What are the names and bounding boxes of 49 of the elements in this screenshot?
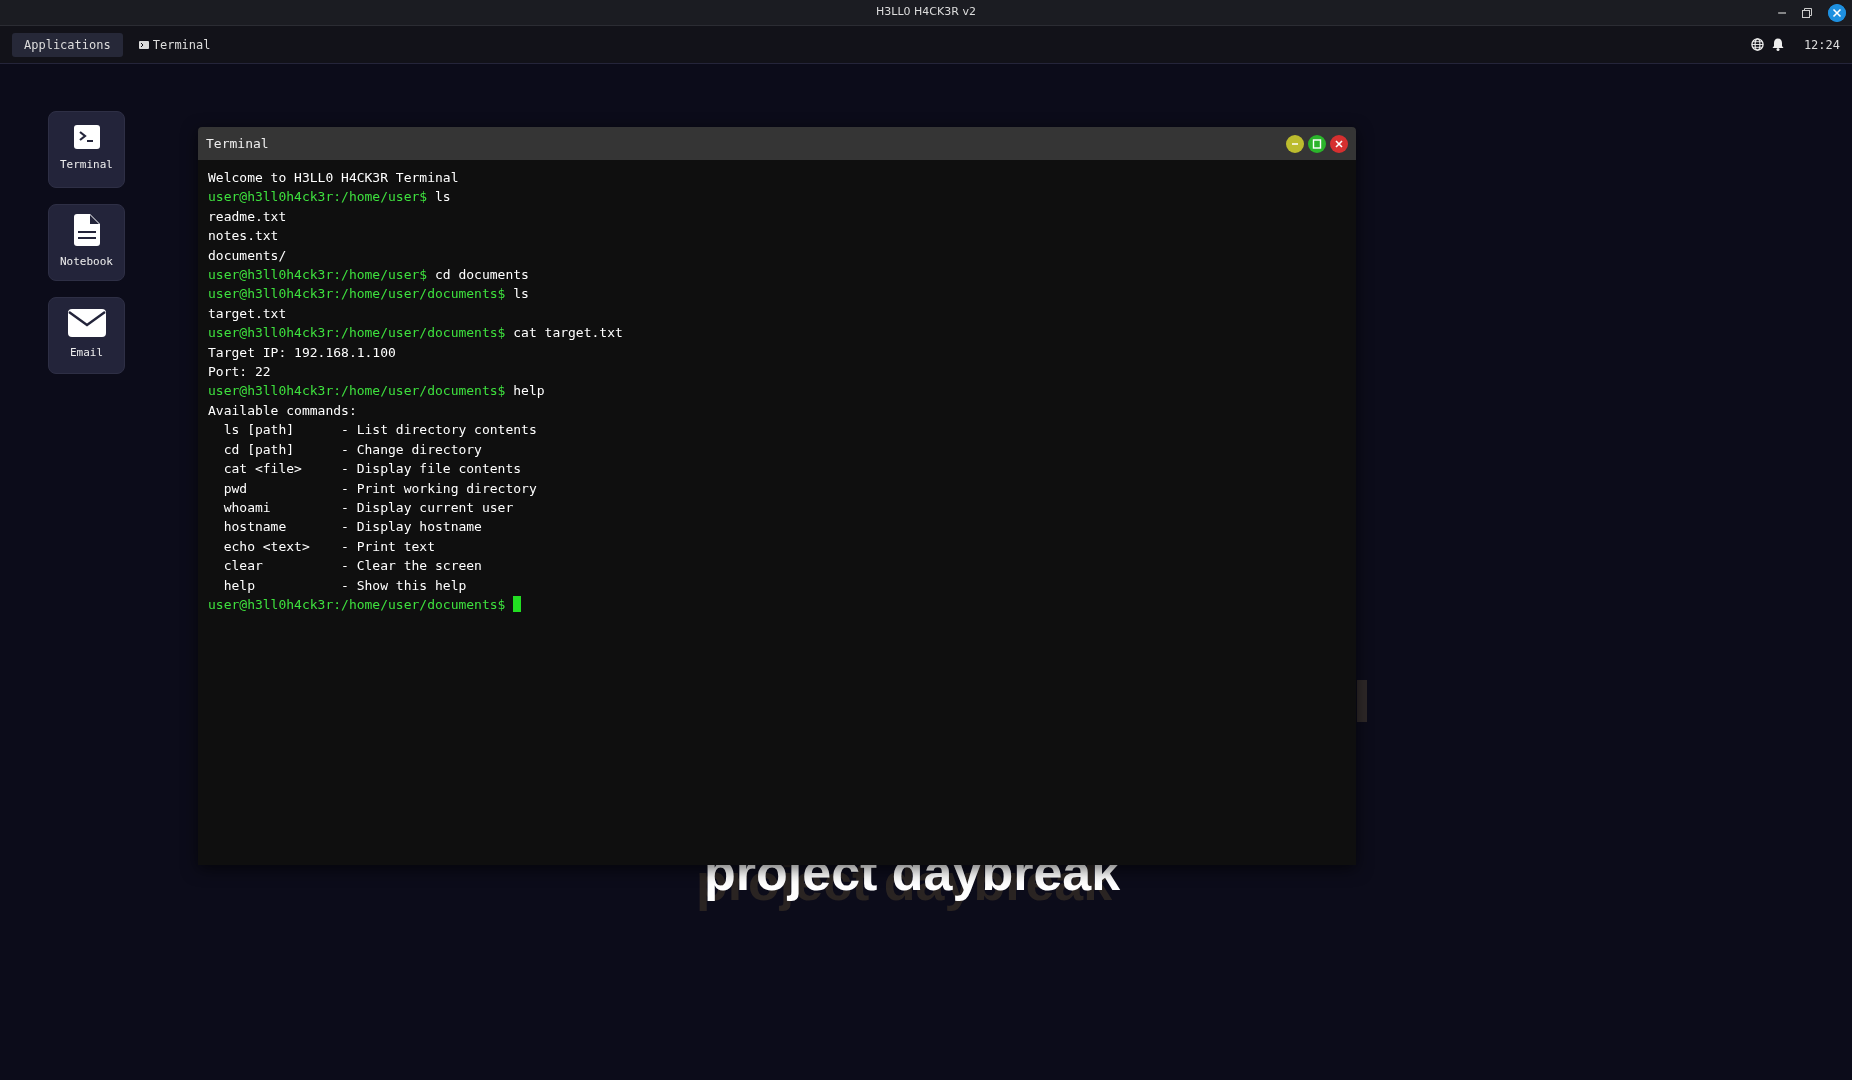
output-line: cat <file> - Display file contents — [222, 461, 522, 477]
resize-handle[interactable] — [1357, 680, 1367, 722]
applications-menu-button[interactable]: Applications — [12, 32, 123, 57]
prompt-text: user@h3ll0h4ck3r:/home/user/documents$ — [208, 325, 506, 341]
window-title: H3LL0 H4CK3R v2 — [876, 4, 976, 21]
command-text: cat target.txt — [513, 325, 623, 341]
output-line: help - Show this help — [222, 577, 467, 593]
desktop-shortcut[interactable]: Terminal — [48, 111, 125, 188]
globe-icon[interactable] — [1750, 38, 1764, 51]
restore-icon[interactable] — [1802, 8, 1812, 18]
output-line: Welcome to H3LL0 H4CK3R Terminal — [208, 170, 459, 185]
output-line: ls [path] - List directory contents — [222, 422, 537, 438]
maximize-button[interactable] — [1308, 134, 1326, 153]
output-line: hostname - Display hostname — [222, 519, 482, 535]
taskbar-terminal-button[interactable]: Terminal — [130, 32, 219, 57]
document-icon — [73, 214, 100, 247]
clock-time: 12:24 — [1803, 36, 1840, 54]
desktop-shortcut[interactable]: Notebook — [48, 204, 125, 281]
logo-text: project daybreak — [690, 842, 1127, 916]
output-line: pwd - Print working directory — [222, 480, 537, 496]
command-text: ls — [435, 189, 451, 205]
prompt-text: user@h3ll0h4ck3r:/home/user$ — [208, 267, 428, 283]
output-line: Target IP: 192.168.1.100 — [208, 344, 396, 360]
output-line: echo <text> - Print text — [222, 538, 435, 554]
prompt-text: user@h3ll0h4ck3r:/home/user/documents$ — [208, 286, 506, 302]
desktop-shortcut[interactable]: Email — [48, 297, 125, 374]
output-line: clear - Clear the screen — [222, 558, 482, 574]
envelope-icon — [67, 309, 106, 338]
command-text: ls — [513, 286, 529, 302]
close-button[interactable] — [1330, 134, 1348, 153]
command-text: help — [513, 383, 545, 399]
prompt-text: user@h3ll0h4ck3r:/home/user/documents$ — [208, 596, 506, 612]
terminal-icon — [73, 125, 100, 150]
output-line: target.txt — [208, 305, 287, 321]
minimize-button[interactable] — [1286, 134, 1304, 153]
prompt-text: user@h3ll0h4ck3r:/home/user/documents$ — [208, 383, 506, 399]
prompt-text: user@h3ll0h4ck3r:/home/user$ — [208, 189, 428, 205]
command-text: cd documents — [435, 267, 529, 283]
output-line: notes.txt — [208, 228, 279, 244]
output-line: Port: 22 — [208, 364, 271, 380]
output-line: documents/ — [208, 247, 287, 263]
output-line: whoami - Display current user — [222, 499, 514, 515]
bell-icon[interactable] — [1771, 38, 1784, 51]
terminal-title: Terminal — [206, 134, 269, 153]
output-line: readme.txt — [208, 208, 287, 224]
output-line: cd [path] - Change directory — [222, 441, 482, 457]
close-icon[interactable] — [1828, 4, 1846, 22]
terminal-icon — [138, 40, 149, 49]
output-line: Available commands: — [208, 402, 357, 418]
